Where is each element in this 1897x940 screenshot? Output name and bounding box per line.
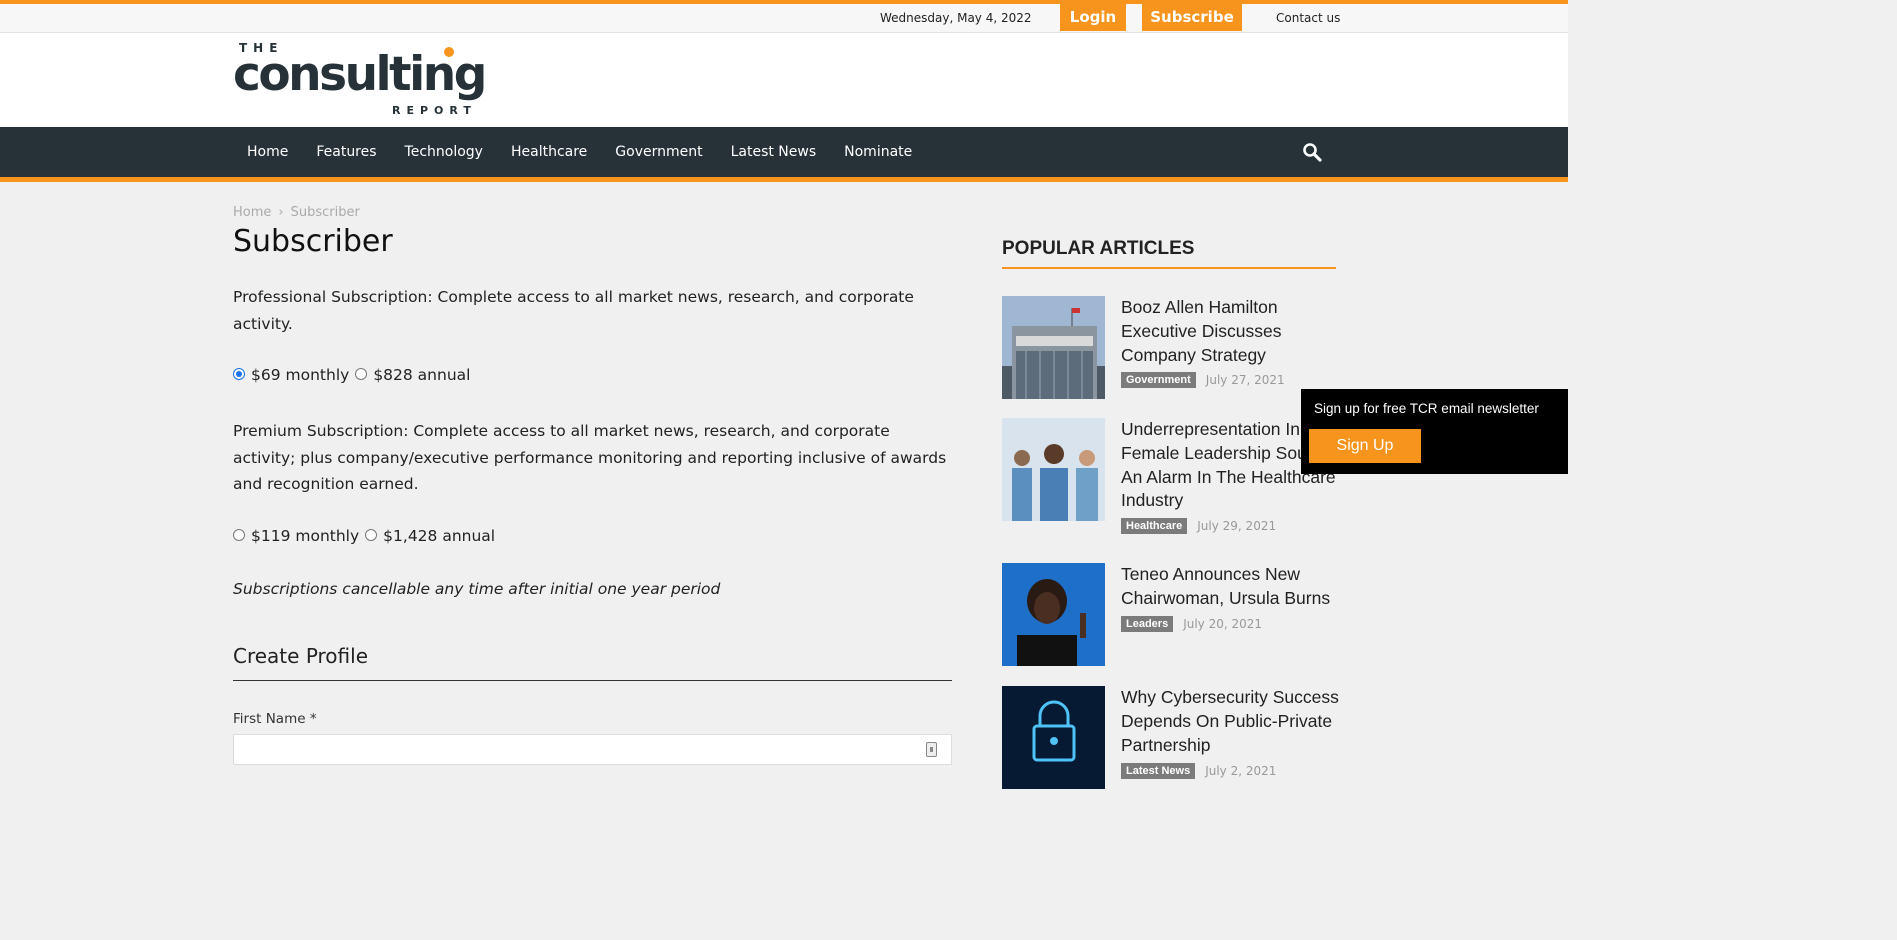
- divider: [233, 680, 952, 681]
- breadcrumb-current[interactable]: Subscriber: [291, 205, 360, 220]
- logo-dot: [444, 47, 454, 57]
- contact-us-link[interactable]: Contact us: [1276, 11, 1340, 25]
- article-date: July 29, 2021: [1197, 519, 1277, 533]
- professional-options: $69 monthly $828 annual: [233, 366, 476, 384]
- nav-item-latest-news[interactable]: Latest News: [717, 127, 831, 177]
- article-headline[interactable]: Why Cybersecurity Success Depends On Pub…: [1121, 686, 1339, 757]
- article-headline[interactable]: Teneo Announces New Chairwoman, Ursula B…: [1121, 563, 1339, 611]
- radio-professional-annual[interactable]: [355, 368, 368, 380]
- login-button[interactable]: Login: [1060, 4, 1126, 31]
- article-meta: Latest News July 2, 2021: [1121, 763, 1276, 779]
- top-bar: Wednesday, May 4, 2022 Login Subscribe C…: [0, 0, 1568, 33]
- article-thumbnail[interactable]: [1002, 418, 1105, 521]
- nav-item-government[interactable]: Government: [601, 127, 716, 177]
- article-item[interactable]: Teneo Announces New Chairwoman, Ursula B…: [1002, 563, 1336, 668]
- site-logo[interactable]: THE consulting REPORT: [233, 41, 533, 117]
- search-icon[interactable]: [1302, 142, 1322, 162]
- article-date: July 20, 2021: [1183, 617, 1263, 631]
- contact-card-icon[interactable]: [926, 742, 937, 757]
- article-meta: Leaders July 20, 2021: [1121, 616, 1262, 632]
- article-item[interactable]: Booz Allen Hamilton Executive Discusses …: [1002, 296, 1336, 406]
- create-profile-heading: Create Profile: [233, 644, 368, 668]
- radio-professional-monthly[interactable]: [233, 368, 245, 380]
- article-date: July 2, 2021: [1205, 764, 1277, 778]
- cancellation-note: Subscriptions cancellable any time after…: [233, 580, 721, 598]
- professional-description: Professional Subscription: Complete acce…: [233, 288, 914, 333]
- newsletter-message: Sign up for free TCR email newsletter: [1314, 401, 1539, 416]
- first-name-label: First Name *: [233, 711, 317, 727]
- main-nav: Home Features Technology Healthcare Gove…: [0, 127, 1568, 182]
- premium-options: $119 monthly $1,428 annual: [233, 527, 501, 545]
- subscribe-button[interactable]: Subscribe: [1142, 4, 1242, 31]
- radio-premium-monthly[interactable]: [233, 529, 245, 541]
- breadcrumb-separator: ›: [278, 205, 284, 220]
- category-tag[interactable]: Latest News: [1121, 763, 1196, 779]
- logo-report: REPORT: [392, 104, 477, 117]
- article-date: July 27, 2021: [1205, 373, 1285, 387]
- breadcrumb-home[interactable]: Home: [233, 205, 271, 220]
- nav-item-healthcare[interactable]: Healthcare: [497, 127, 601, 177]
- category-tag[interactable]: Government: [1121, 372, 1196, 388]
- premium-description: Premium Subscription: Complete access to…: [233, 422, 947, 493]
- current-date: Wednesday, May 4, 2022: [880, 11, 1032, 25]
- article-thumbnail[interactable]: [1002, 563, 1105, 666]
- option-label: $828 annual: [373, 366, 471, 384]
- nav-item-nominate[interactable]: Nominate: [830, 127, 926, 177]
- category-tag[interactable]: Leaders: [1121, 616, 1174, 632]
- category-tag[interactable]: Healthcare: [1121, 518, 1188, 534]
- option-label: $1,428 annual: [383, 527, 496, 545]
- option-label: $69 monthly: [251, 366, 350, 384]
- option-label: $119 monthly: [251, 527, 360, 545]
- site-header: THE consulting REPORT: [0, 33, 1568, 127]
- article-thumbnail[interactable]: [1002, 686, 1105, 789]
- divider: [1002, 267, 1336, 269]
- article-item[interactable]: Underrepresentation In Female Leadership…: [1002, 418, 1336, 543]
- page-title: Subscriber: [233, 224, 393, 259]
- newsletter-popup: Sign up for free TCR email newsletter Si…: [1301, 389, 1568, 474]
- first-name-field[interactable]: [233, 734, 952, 765]
- breadcrumb: Home › Subscriber: [233, 205, 360, 220]
- nav-item-technology[interactable]: Technology: [391, 127, 497, 177]
- nav-item-features[interactable]: Features: [302, 127, 390, 177]
- article-meta: Government July 27, 2021: [1121, 372, 1285, 388]
- article-meta: Healthcare July 29, 2021: [1121, 518, 1276, 534]
- sign-up-button[interactable]: Sign Up: [1309, 429, 1421, 463]
- radio-premium-annual[interactable]: [365, 529, 378, 541]
- article-headline[interactable]: Booz Allen Hamilton Executive Discusses …: [1121, 296, 1339, 367]
- article-item[interactable]: Why Cybersecurity Success Depends On Pub…: [1002, 686, 1339, 789]
- nav-item-home[interactable]: Home: [233, 127, 302, 177]
- popular-articles-title: POPULAR ARTICLES: [1002, 238, 1195, 259]
- article-thumbnail[interactable]: [1002, 296, 1105, 399]
